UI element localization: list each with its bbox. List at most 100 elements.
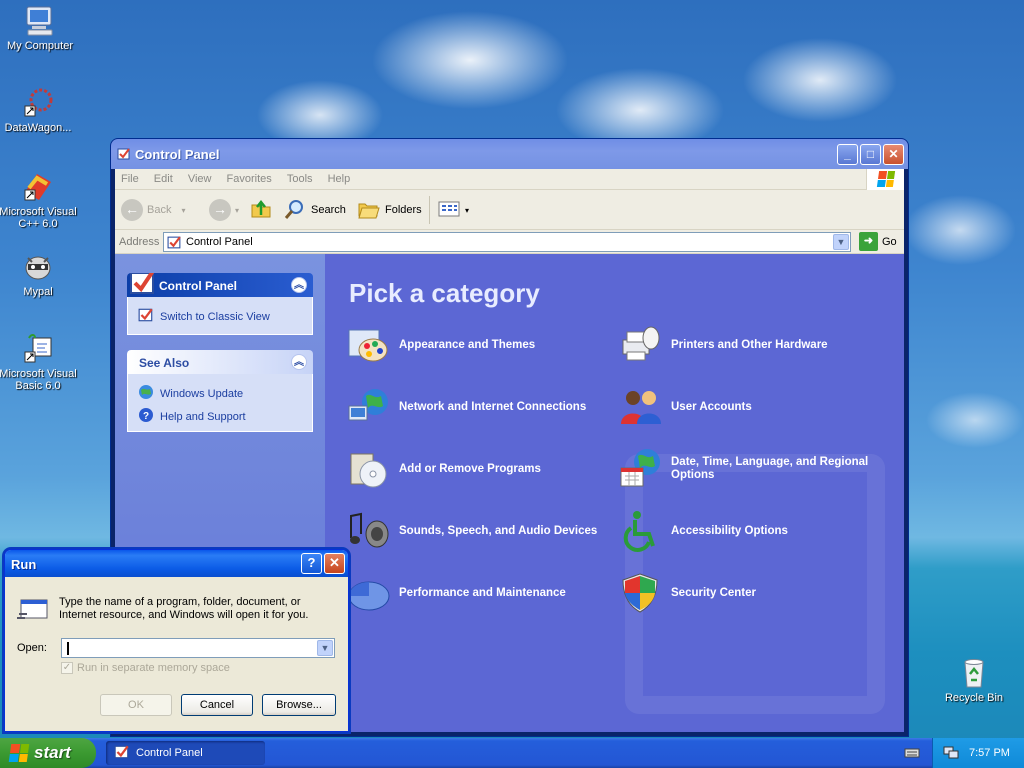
category-label: Add or Remove Programs (399, 462, 541, 475)
add-remove-programs-icon (345, 446, 391, 492)
switch-to-classic-view-link[interactable]: Switch to Classic View (138, 305, 302, 328)
menu-edit[interactable]: Edit (148, 169, 179, 185)
appearance-themes-icon (345, 322, 391, 368)
category-label: Security Center (671, 586, 757, 599)
category-date-time-language-regional[interactable]: Date, Time, Language, and Regional Optio… (617, 446, 881, 492)
back-label: Back (147, 204, 172, 216)
see-also-section: See Also ︽ Windows Update ? Help and Sup… (127, 350, 313, 432)
address-input[interactable]: Control Panel ▼ (163, 232, 851, 252)
see-also-title: See Also (139, 356, 190, 370)
address-dropdown-icon[interactable]: ▼ (833, 234, 849, 250)
menu-favorites[interactable]: Favorites (221, 169, 278, 185)
search-icon (283, 197, 307, 224)
desktop-icon-visual-basic[interactable]: Microsoft Visual Basic 6.0 (0, 332, 78, 392)
category-printers-and-other-hardware[interactable]: Printers and Other Hardware (617, 322, 828, 368)
address-bar: Address Control Panel ▼ ➜ Go (115, 230, 904, 254)
maximize-button[interactable]: □ (860, 144, 881, 165)
category-sounds-speech-audio[interactable]: Sounds, Speech, and Audio Devices (345, 508, 597, 554)
desktop-icon-visual-cpp[interactable]: Microsoft Visual C++ 6.0 (0, 170, 78, 230)
control-panel-icon (117, 147, 131, 161)
category-performance-and-maintenance[interactable]: Performance and Maintenance (345, 570, 566, 616)
minimize-button[interactable]: _ (837, 144, 858, 165)
desktop-icon-label: Microsoft Visual Basic 6.0 (0, 368, 77, 392)
windows-update-link[interactable]: Windows Update (138, 382, 302, 405)
category-appearance-and-themes[interactable]: Appearance and Themes (345, 322, 535, 368)
ok-button[interactable]: OK (100, 694, 172, 716)
run-program-icon (17, 594, 51, 627)
category-add-or-remove-programs[interactable]: Add or Remove Programs (345, 446, 541, 492)
run-separate-memory-checkbox[interactable]: ✓ Run in separate memory space (61, 662, 230, 674)
category-network-and-internet-connections[interactable]: Network and Internet Connections (345, 384, 586, 430)
taskbar: start Control Panel 7:57 PM (0, 738, 1024, 768)
svg-text:?: ? (143, 411, 149, 422)
menu-help[interactable]: Help (322, 169, 357, 185)
collapse-chevron-icon[interactable]: ︽ (291, 277, 307, 293)
category-security-center[interactable]: Security Center (617, 570, 756, 616)
menu-view[interactable]: View (182, 169, 218, 185)
cancel-button[interactable]: Cancel (181, 694, 253, 716)
start-button[interactable]: start (0, 738, 96, 768)
user-accounts-icon (617, 384, 663, 430)
category-label: Printers and Other Hardware (671, 338, 828, 351)
category-label: Date, Time, Language, and Regional Optio… (671, 456, 869, 481)
up-folder-button[interactable] (249, 198, 273, 222)
category-user-accounts[interactable]: User Accounts (617, 384, 752, 430)
desktop-icon-datawagon[interactable]: DataWagon... (0, 86, 78, 134)
open-dropdown-icon[interactable]: ▼ (317, 640, 333, 656)
run-description: Type the name of a program, folder, docu… (59, 596, 309, 621)
taskbar-item-label: Control Panel (136, 747, 203, 759)
control-panel-header-icon (129, 273, 157, 298)
windows-update-label: Windows Update (160, 387, 244, 400)
back-button[interactable]: ← Back ▾ (121, 198, 185, 222)
control-panel-section-title: Control Panel (159, 279, 238, 293)
run-dialog: Run ? ✕ Type the name of a program, fold… (4, 549, 349, 732)
help-button[interactable]: ? (301, 553, 322, 574)
network-tray-icon[interactable] (943, 744, 959, 763)
control-panel-section-body: Switch to Classic View (127, 297, 313, 335)
keyboard-icon[interactable] (904, 747, 920, 762)
run-dialog-title: Run (11, 557, 37, 572)
run-dialog-titlebar[interactable]: Run ? ✕ (5, 550, 348, 577)
window-title: Control Panel (135, 147, 220, 162)
standard-toolbar: ← Back ▾ → ▾ Search Folders ▾ (115, 190, 904, 230)
accessibility-icon (617, 508, 663, 554)
window-titlebar[interactable]: Control Panel _ □ ✕ (111, 139, 908, 169)
pick-category-heading: Pick a category (349, 278, 540, 308)
run-close-button[interactable]: ✕ (324, 553, 345, 574)
see-also-header[interactable]: See Also ︽ (127, 350, 313, 374)
control-panel-section: Control Panel ︽ Switch to Classic View (127, 273, 313, 335)
printer-mouse-icon (617, 322, 663, 368)
checkbox-icon: ✓ (61, 662, 73, 674)
go-button[interactable]: ➜ Go (859, 232, 897, 251)
control-panel-section-header[interactable]: Control Panel ︽ (127, 273, 313, 297)
views-button[interactable]: ▾ (437, 198, 469, 222)
clock[interactable]: 7:57 PM (969, 747, 1010, 759)
desktop-icon-my-computer[interactable]: My Computer (0, 4, 80, 52)
back-dropdown-icon: ▾ (181, 205, 186, 215)
browse-button[interactable]: Browse... (262, 694, 336, 716)
taskbar-cp-icon (114, 744, 130, 763)
taskbar-item-control-panel[interactable]: Control Panel (106, 741, 265, 765)
switch-to-classic-view-label: Switch to Classic View (160, 310, 270, 323)
windows-logo-icon (866, 169, 904, 190)
performance-chart-icon (345, 570, 391, 616)
computer-icon (23, 4, 57, 38)
desktop-icon-label: Mypal (23, 286, 53, 298)
search-button[interactable]: Search (283, 198, 346, 222)
see-also-body: Windows Update ? Help and Support (127, 374, 313, 432)
menu-tools[interactable]: Tools (281, 169, 319, 185)
menu-file[interactable]: File (115, 169, 145, 185)
folders-button[interactable]: Folders (357, 198, 422, 222)
help-and-support-link[interactable]: ? Help and Support (138, 405, 302, 428)
category-accessibility-options[interactable]: Accessibility Options (617, 508, 788, 554)
see-also-chevron-icon[interactable]: ︽ (291, 354, 307, 370)
desktop-icon-mypal[interactable]: Mypal (0, 250, 78, 298)
category-label: Sounds, Speech, and Audio Devices (399, 524, 598, 537)
date-time-globe-icon (617, 446, 663, 492)
windows-update-icon (138, 384, 154, 403)
open-combobox[interactable]: ▼ (61, 638, 335, 658)
desktop-icon-recycle-bin[interactable]: Recycle Bin (934, 656, 1014, 704)
close-button[interactable]: ✕ (883, 144, 904, 165)
security-shield-icon (617, 570, 663, 616)
forward-button[interactable]: → ▾ (209, 198, 239, 222)
